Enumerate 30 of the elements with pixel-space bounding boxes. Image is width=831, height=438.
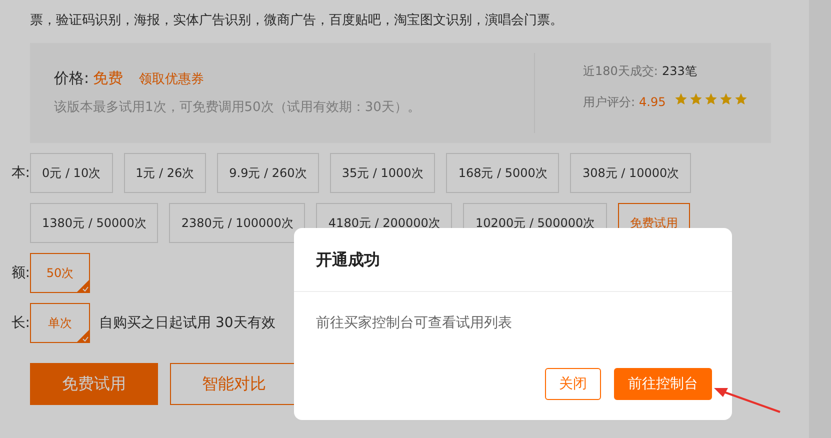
rating-label: 用户评分: <box>583 94 636 111</box>
price-value: 免费 <box>93 69 124 88</box>
option-button[interactable]: 0元 / 10次 <box>30 153 113 193</box>
option-button[interactable]: 9.9元 / 260次 <box>217 153 319 193</box>
check-corner-icon <box>76 279 90 293</box>
deals-value: 233笔 <box>662 63 697 80</box>
trial-note: 该版本最多试用1次，可免费调用50次（试用有效期：30天）。 <box>54 99 422 116</box>
arrow-icon <box>714 388 780 413</box>
price-label: 价格: <box>54 69 90 88</box>
dialog-title: 开通成功 <box>294 228 732 292</box>
deals-label: 近180天成交: <box>583 63 658 80</box>
option-label: 本: <box>11 164 30 182</box>
star-icon <box>704 92 718 106</box>
option-button[interactable]: 1380元 / 50000次 <box>30 203 158 243</box>
option-button[interactable]: 168元 / 5000次 <box>446 153 560 193</box>
option-button[interactable]: 308元 / 10000次 <box>570 153 692 193</box>
option-label: 额: <box>11 264 30 282</box>
star-icon <box>734 92 748 106</box>
star-icon <box>688 92 703 106</box>
option-button[interactable]: 2380元 / 100000次 <box>169 203 306 243</box>
check-corner-icon <box>76 329 90 343</box>
rating-value: 4.95 <box>639 95 666 109</box>
dialog-message: 前往买家控制台可查看试用列表 <box>315 314 513 333</box>
option-button[interactable]: 35元 / 1000次 <box>330 153 436 193</box>
star-icon <box>718 92 733 106</box>
star-icon <box>674 92 688 106</box>
description-text: 票，验证码识别，海报，实体广告识别，微商广告，百度贴吧，淘宝图文识别，演唱会门票。 <box>29 12 564 30</box>
duration-note: 自购买之日起试用 30天有效 <box>99 314 276 332</box>
option-label: 长: <box>11 314 30 332</box>
option-button[interactable]: 1元 / 26次 <box>124 153 206 193</box>
